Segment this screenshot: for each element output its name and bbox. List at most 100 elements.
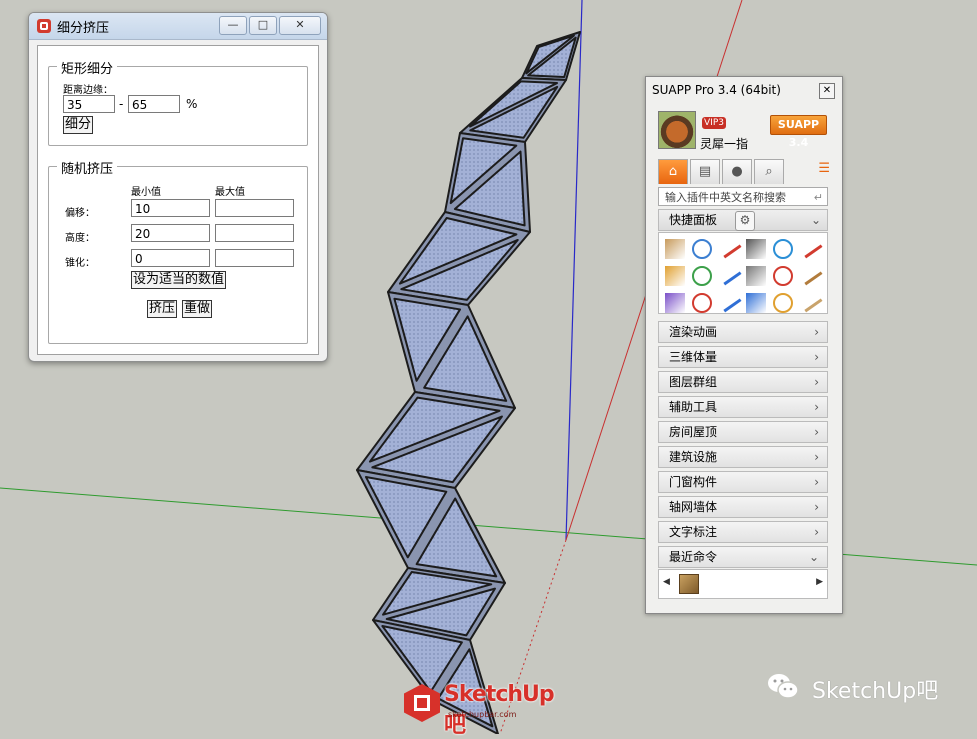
edge-from-input[interactable]: 35 (63, 95, 115, 113)
plugin-tool-icon[interactable] (797, 288, 823, 313)
plugin-tool-icon[interactable] (746, 266, 766, 286)
category-item[interactable]: 渲染动画 › (658, 321, 828, 343)
subdivide-group: 矩形细分 距离边缘： 35 - 65 % 细分 (48, 58, 308, 146)
taper-min-input[interactable]: 0 (131, 249, 210, 267)
quick-panel-label: 快捷面板 (669, 213, 718, 227)
subdivide-extrude-dialog: 细分挤压 — □ ✕ 矩形细分 距离边缘： 35 - 65 % 细分 随机挤压 … (28, 12, 328, 362)
category-label: 房间屋顶 (669, 425, 718, 439)
category-item[interactable]: 辅助工具 › (658, 396, 828, 418)
wechat-icon (768, 674, 799, 699)
sketchup-app-icon (37, 19, 51, 33)
scroll-right-icon[interactable]: ▶ (816, 577, 823, 587)
close-button[interactable]: ✕ (279, 16, 321, 35)
category-label: 门窗构件 (669, 475, 718, 489)
plugin-tool-icon[interactable] (692, 239, 712, 259)
recent-tool-icon[interactable] (679, 574, 699, 594)
recent-commands-bar: ◀ ▶ (658, 569, 828, 599)
height-max-input[interactable] (215, 224, 294, 242)
category-item[interactable]: 轴网墙体 › (658, 496, 828, 518)
random-extrude-legend: 随机挤压 (57, 158, 118, 177)
plugin-search-input[interactable]: 输入插件中英文名称搜索 ↵ (658, 187, 828, 206)
maximize-button[interactable]: □ (249, 16, 277, 35)
search-placeholder: 输入插件中英文名称搜索 (665, 191, 786, 204)
category-label: 文字标注 (669, 525, 718, 539)
category-item[interactable]: 文字标注 › (658, 521, 828, 543)
plugin-tool-icon[interactable] (692, 266, 712, 286)
subdivide-button[interactable]: 细分 (63, 116, 94, 134)
home-tab-icon[interactable]: ⌂ (658, 159, 688, 184)
enter-icon[interactable]: ↵ (814, 188, 823, 207)
chevron-right-icon: › (814, 375, 819, 389)
plugin-tool-icon[interactable] (797, 261, 823, 286)
triangulated-strip[interactable] (356, 31, 581, 734)
axis-blue (565, 0, 583, 541)
menu-icon[interactable]: ☰ (818, 161, 830, 176)
plugin-tool-icon[interactable] (665, 239, 685, 259)
range-dash: - (119, 97, 124, 111)
plugin-tool-icon[interactable] (773, 239, 793, 259)
sketchup-logo-icon (404, 684, 440, 722)
plugin-tool-icon[interactable] (746, 293, 766, 313)
chevron-down-icon[interactable]: ⌄ (811, 210, 821, 230)
quick-panel-header[interactable]: 快捷面板 ⚙ ⌄ (658, 209, 828, 231)
plugin-tool-icon[interactable] (716, 234, 742, 259)
dialog-body: 矩形细分 距离边缘： 35 - 65 % 细分 随机挤压 最小值 最大值 偏移：… (37, 45, 319, 355)
subdivide-legend: 矩形细分 (57, 58, 118, 77)
quick-tool-grid (658, 232, 828, 314)
height-min-input[interactable]: 20 (131, 224, 210, 242)
sketchupbar-logo: SketchUp吧 sketchupbar.com (404, 682, 572, 738)
dialog-title: 细分挤压 (57, 20, 110, 36)
plugin-tool-icon[interactable] (716, 288, 742, 313)
percent-label: % (186, 97, 198, 111)
plugin-tool-icon[interactable] (716, 261, 742, 286)
category-label: 最近命令 (669, 550, 718, 564)
offset-label: 偏移： (65, 208, 95, 219)
edge-to-input[interactable]: 65 (128, 95, 180, 113)
category-item[interactable]: 三维体量 › (658, 346, 828, 368)
category-label: 三维体量 (669, 350, 718, 364)
category-item[interactable]: 门窗构件 › (658, 471, 828, 493)
panel-tabs: ⌂ ▤ ● ⌕ (658, 159, 784, 184)
logo-url-text: sketchupbar.com (448, 710, 517, 719)
suapp-panel: SUAPP Pro 3.4 (64bit) ✕ VIP3 灵犀一指 SUAPP … (645, 76, 843, 614)
avatar[interactable] (658, 111, 696, 149)
category-label: 图层群组 (669, 375, 718, 389)
user-tab-icon[interactable]: ● (722, 159, 752, 184)
minimize-button[interactable]: — (219, 16, 247, 35)
dialog-titlebar[interactable]: 细分挤压 — □ ✕ (29, 13, 327, 40)
chevron-down-icon: ⌄ (808, 550, 819, 564)
chevron-right-icon: › (814, 450, 819, 464)
gear-icon[interactable]: ⚙ (735, 211, 755, 231)
set-suggested-values-button[interactable]: 设为适当的数值 (131, 271, 227, 289)
plugin-tool-icon[interactable] (692, 293, 712, 313)
recent-commands-header[interactable]: 最近命令 ⌄ (658, 546, 828, 568)
plugin-tool-icon[interactable] (665, 266, 685, 286)
taper-max-input[interactable] (215, 249, 294, 267)
category-item[interactable]: 建筑设施 › (658, 446, 828, 468)
category-item[interactable]: 图层群组 › (658, 371, 828, 393)
taper-label: 锥化： (65, 258, 95, 269)
offset-min-input[interactable]: 10 (131, 199, 210, 217)
plugin-tool-icon[interactable] (665, 293, 685, 313)
version-badge[interactable]: SUAPP 3.4 (770, 115, 827, 149)
offset-max-input[interactable] (215, 199, 294, 217)
plugin-tool-icon[interactable] (746, 239, 766, 259)
chevron-right-icon: › (814, 400, 819, 414)
plugin-tool-icon[interactable] (773, 293, 793, 313)
search-tab-icon[interactable]: ⌕ (754, 159, 784, 184)
username: 灵犀一指 (700, 137, 749, 151)
keyboard-tab-icon[interactable]: ▤ (690, 159, 720, 184)
panel-close-button[interactable]: ✕ (819, 83, 835, 99)
scroll-left-icon[interactable]: ◀ (663, 577, 670, 587)
extrude-button[interactable]: 挤压 (147, 300, 178, 318)
plugin-tool-icon[interactable] (773, 266, 793, 286)
category-item[interactable]: 房间屋顶 › (658, 421, 828, 443)
chevron-right-icon: › (814, 475, 819, 489)
chevron-right-icon: › (814, 325, 819, 339)
chevron-right-icon: › (814, 525, 819, 539)
chevron-right-icon: › (814, 350, 819, 364)
plugin-tool-icon[interactable] (797, 234, 823, 259)
redo-button[interactable]: 重做 (182, 300, 213, 318)
category-label: 辅助工具 (669, 400, 718, 414)
edge-distance-label: 距离边缘： (63, 85, 113, 96)
